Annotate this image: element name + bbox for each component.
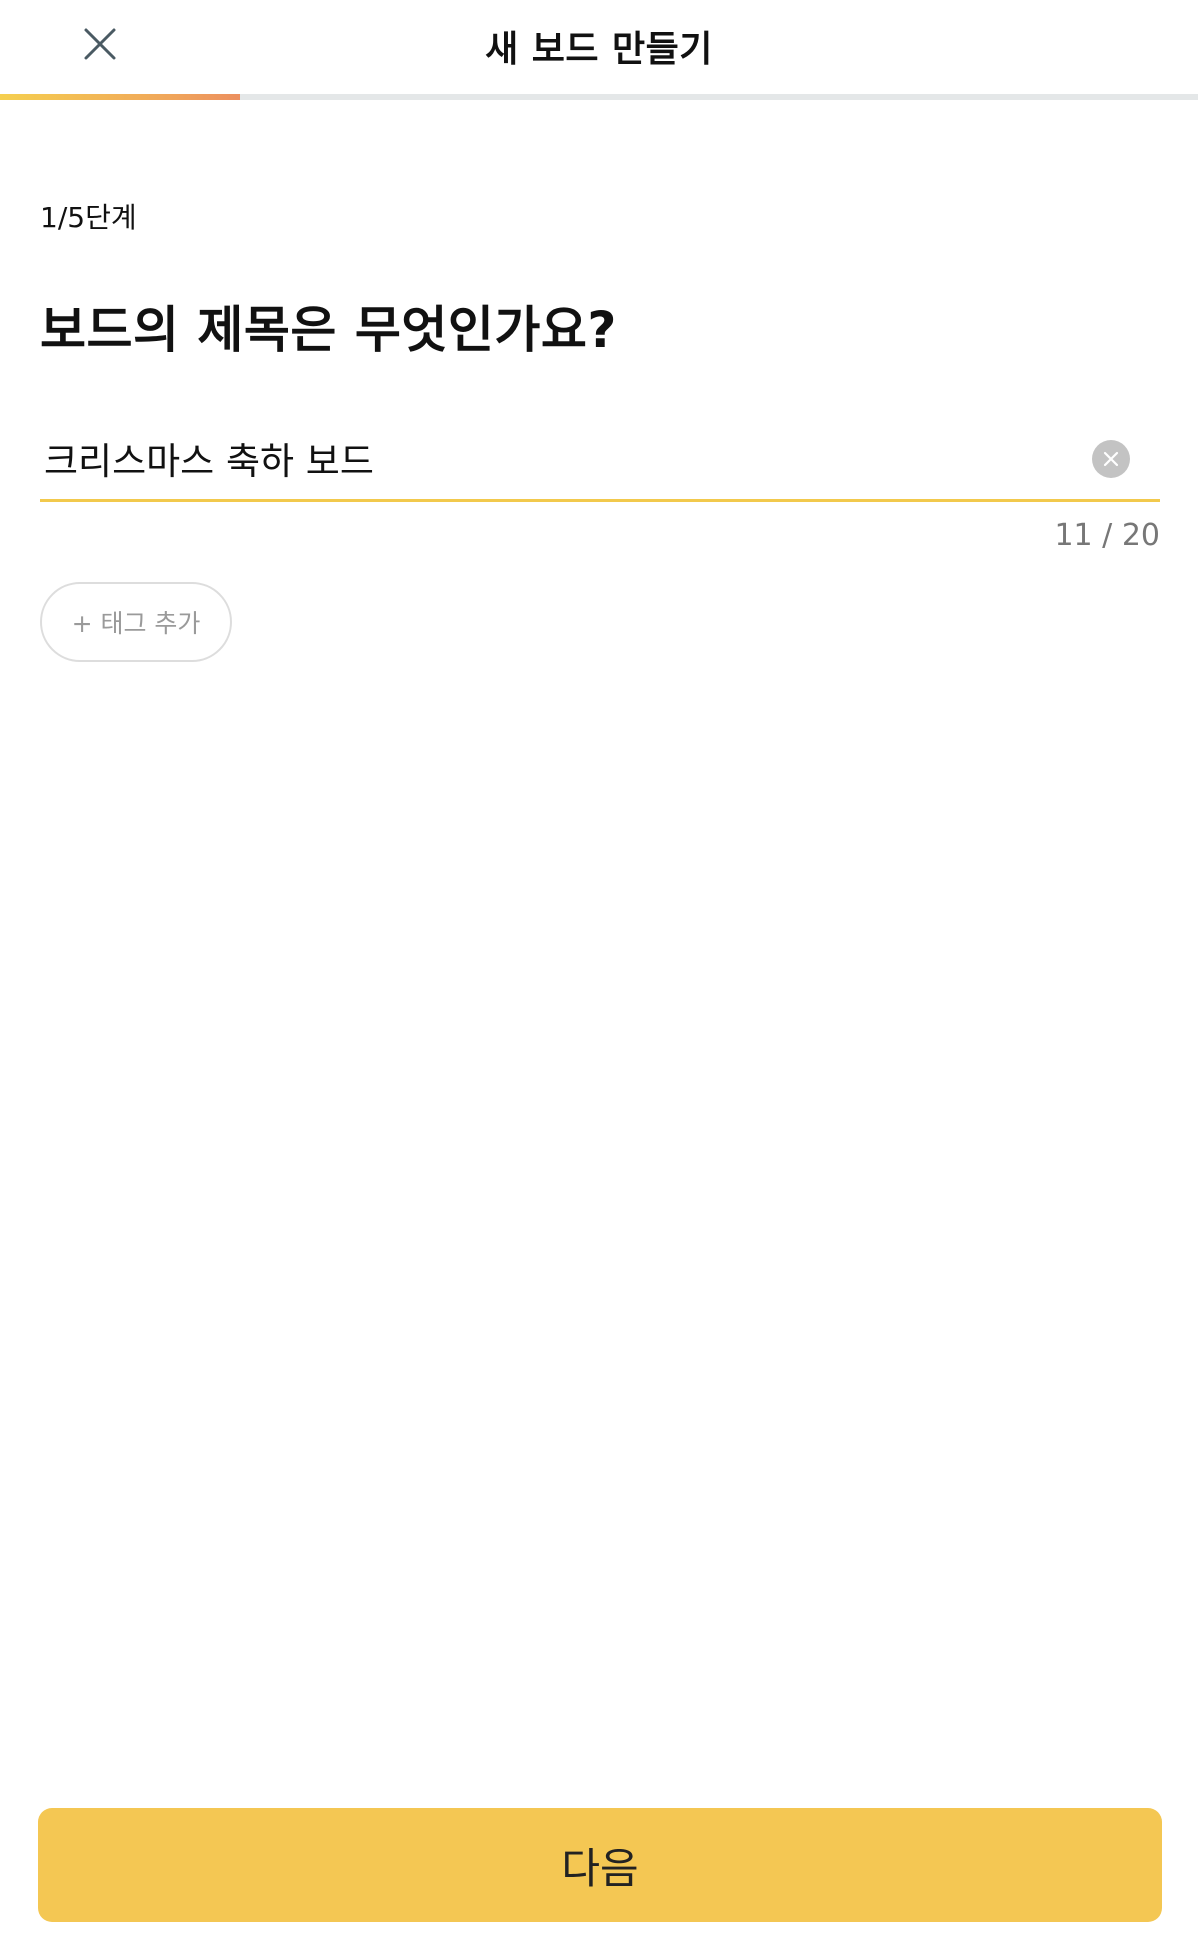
- step-indicator: 1/5단계: [40, 201, 137, 234]
- progress-bar: [0, 94, 1198, 100]
- character-counter: 11 / 20: [1054, 518, 1160, 553]
- page-title: 새 보드 만들기: [485, 29, 713, 70]
- add-tag-button[interactable]: + 태그 추가: [40, 582, 232, 662]
- header: 새 보드 만들기: [0, 0, 1198, 94]
- next-button[interactable]: 다음: [38, 1808, 1162, 1922]
- create-board-screen: 새 보드 만들기 1/5단계 보드의 제목은 무엇인가요? 11 / 20 + …: [0, 0, 1198, 1958]
- clear-circle-icon: [1103, 451, 1119, 467]
- progress-bar-fill: [0, 94, 240, 100]
- clear-input-button[interactable]: [1092, 440, 1130, 478]
- board-title-input[interactable]: [44, 428, 1044, 488]
- board-title-field: [40, 420, 1160, 502]
- question-heading: 보드의 제목은 무엇인가요?: [40, 301, 617, 359]
